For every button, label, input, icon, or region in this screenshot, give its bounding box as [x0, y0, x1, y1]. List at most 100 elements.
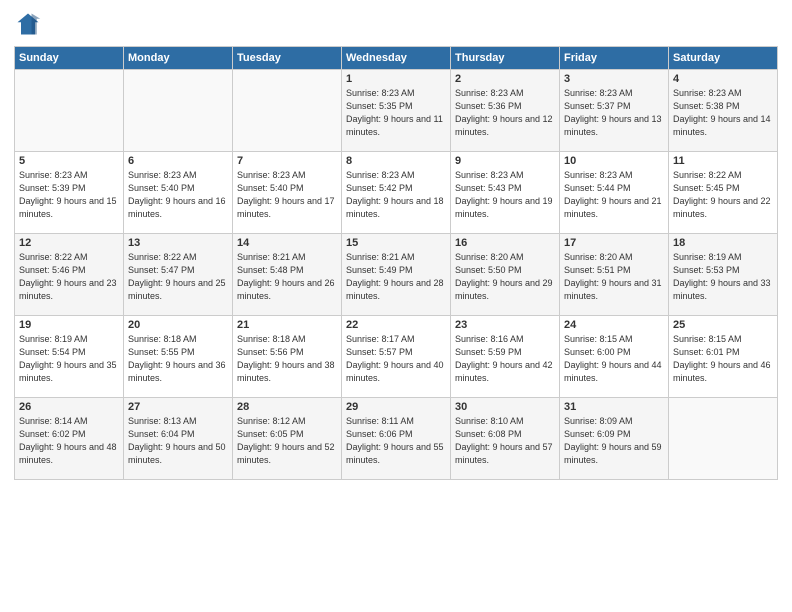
calendar-cell: 1 Sunrise: 8:23 AMSunset: 5:35 PMDaylight… — [342, 70, 451, 152]
day-number: 1 — [346, 73, 446, 85]
day-number: 25 — [673, 319, 773, 331]
calendar-cell: 29 Sunrise: 8:11 AMSunset: 6:06 PMDayligh… — [342, 398, 451, 480]
day-number: 19 — [19, 319, 119, 331]
day-info: Sunrise: 8:15 AMSunset: 6:01 PMDaylight:… — [673, 333, 773, 385]
day-number: 30 — [455, 401, 555, 413]
day-number: 28 — [237, 401, 337, 413]
day-info: Sunrise: 8:23 AMSunset: 5:36 PMDaylight:… — [455, 87, 555, 139]
day-info: Sunrise: 8:18 AMSunset: 5:55 PMDaylight:… — [128, 333, 228, 385]
day-info: Sunrise: 8:20 AMSunset: 5:51 PMDaylight:… — [564, 251, 664, 303]
calendar-cell — [233, 70, 342, 152]
calendar-cell: 16 Sunrise: 8:20 AMSunset: 5:50 PMDayligh… — [451, 234, 560, 316]
day-info: Sunrise: 8:23 AMSunset: 5:42 PMDaylight:… — [346, 169, 446, 221]
page: SundayMondayTuesdayWednesdayThursdayFrid… — [0, 0, 792, 612]
calendar-header-row: SundayMondayTuesdayWednesdayThursdayFrid… — [15, 47, 778, 70]
day-number: 24 — [564, 319, 664, 331]
day-info: Sunrise: 8:21 AMSunset: 5:49 PMDaylight:… — [346, 251, 446, 303]
day-info: Sunrise: 8:22 AMSunset: 5:47 PMDaylight:… — [128, 251, 228, 303]
day-info: Sunrise: 8:10 AMSunset: 6:08 PMDaylight:… — [455, 415, 555, 467]
day-number: 29 — [346, 401, 446, 413]
calendar-header-monday: Monday — [124, 47, 233, 70]
calendar-cell: 20 Sunrise: 8:18 AMSunset: 5:55 PMDayligh… — [124, 316, 233, 398]
day-number: 16 — [455, 237, 555, 249]
day-info: Sunrise: 8:23 AMSunset: 5:38 PMDaylight:… — [673, 87, 773, 139]
day-number: 4 — [673, 73, 773, 85]
calendar-cell: 5Sunrise: 8:23 AMSunset: 5:39 PMDaylight… — [15, 152, 124, 234]
calendar-header-saturday: Saturday — [669, 47, 778, 70]
calendar-cell: 18 Sunrise: 8:19 AMSunset: 5:53 PMDayligh… — [669, 234, 778, 316]
calendar-header-tuesday: Tuesday — [233, 47, 342, 70]
day-info: Sunrise: 8:23 AMSunset: 5:43 PMDaylight:… — [455, 169, 555, 221]
calendar-cell — [15, 70, 124, 152]
calendar-cell: 19 Sunrise: 8:19 AMSunset: 5:54 PMDayligh… — [15, 316, 124, 398]
calendar-header-friday: Friday — [560, 47, 669, 70]
calendar-cell: 12Sunrise: 8:22 AMSunset: 5:46 PMDayligh… — [15, 234, 124, 316]
calendar-cell: 30 Sunrise: 8:10 AMSunset: 6:08 PMDayligh… — [451, 398, 560, 480]
calendar-week-4: 19 Sunrise: 8:19 AMSunset: 5:54 PMDayligh… — [15, 316, 778, 398]
calendar-cell: 8 Sunrise: 8:23 AMSunset: 5:42 PMDaylight… — [342, 152, 451, 234]
day-number: 20 — [128, 319, 228, 331]
day-info: Sunrise: 8:22 AMSunset: 5:45 PMDaylight:… — [673, 169, 773, 221]
day-info: Sunrise: 8:11 AMSunset: 6:06 PMDaylight:… — [346, 415, 446, 467]
day-info: Sunrise: 8:23 AMSunset: 5:37 PMDaylight:… — [564, 87, 664, 139]
calendar-cell: 14 Sunrise: 8:21 AMSunset: 5:48 PMDayligh… — [233, 234, 342, 316]
day-info: Sunrise: 8:15 AMSunset: 6:00 PMDaylight:… — [564, 333, 664, 385]
day-number: 3 — [564, 73, 664, 85]
day-number: 14 — [237, 237, 337, 249]
calendar-week-5: 26Sunrise: 8:14 AMSunset: 6:02 PMDayligh… — [15, 398, 778, 480]
day-info: Sunrise: 8:23 AMSunset: 5:44 PMDaylight:… — [564, 169, 664, 221]
day-info: Sunrise: 8:20 AMSunset: 5:50 PMDaylight:… — [455, 251, 555, 303]
day-info: Sunrise: 8:21 AMSunset: 5:48 PMDaylight:… — [237, 251, 337, 303]
calendar-cell: 6 Sunrise: 8:23 AMSunset: 5:40 PMDaylight… — [124, 152, 233, 234]
day-number: 10 — [564, 155, 664, 167]
day-number: 18 — [673, 237, 773, 249]
calendar-header-sunday: Sunday — [15, 47, 124, 70]
day-number: 13 — [128, 237, 228, 249]
calendar-cell: 11 Sunrise: 8:22 AMSunset: 5:45 PMDayligh… — [669, 152, 778, 234]
day-info: Sunrise: 8:19 AMSunset: 5:53 PMDaylight:… — [673, 251, 773, 303]
day-info: Sunrise: 8:23 AMSunset: 5:39 PMDaylight:… — [19, 169, 119, 221]
day-info: Sunrise: 8:12 AMSunset: 6:05 PMDaylight:… — [237, 415, 337, 467]
day-number: 22 — [346, 319, 446, 331]
header — [14, 10, 778, 38]
day-number: 15 — [346, 237, 446, 249]
calendar-header-thursday: Thursday — [451, 47, 560, 70]
calendar-cell: 25 Sunrise: 8:15 AMSunset: 6:01 PMDayligh… — [669, 316, 778, 398]
day-number: 26 — [19, 401, 119, 413]
day-info: Sunrise: 8:16 AMSunset: 5:59 PMDaylight:… — [455, 333, 555, 385]
day-info: Sunrise: 8:23 AMSunset: 5:40 PMDaylight:… — [128, 169, 228, 221]
day-info: Sunrise: 8:13 AMSunset: 6:04 PMDaylight:… — [128, 415, 228, 467]
day-number: 8 — [346, 155, 446, 167]
logo — [14, 10, 46, 38]
calendar-cell: 15 Sunrise: 8:21 AMSunset: 5:49 PMDayligh… — [342, 234, 451, 316]
logo-icon — [14, 10, 42, 38]
day-info: Sunrise: 8:19 AMSunset: 5:54 PMDaylight:… — [19, 333, 119, 385]
day-info: Sunrise: 8:23 AMSunset: 5:40 PMDaylight:… — [237, 169, 337, 221]
calendar-cell: 27 Sunrise: 8:13 AMSunset: 6:04 PMDayligh… — [124, 398, 233, 480]
calendar-cell: 24 Sunrise: 8:15 AMSunset: 6:00 PMDayligh… — [560, 316, 669, 398]
calendar-cell: 13 Sunrise: 8:22 AMSunset: 5:47 PMDayligh… — [124, 234, 233, 316]
calendar-cell: 28 Sunrise: 8:12 AMSunset: 6:05 PMDayligh… — [233, 398, 342, 480]
calendar-cell: 9 Sunrise: 8:23 AMSunset: 5:43 PMDaylight… — [451, 152, 560, 234]
day-number: 27 — [128, 401, 228, 413]
calendar-cell: 22Sunrise: 8:17 AMSunset: 5:57 PMDayligh… — [342, 316, 451, 398]
day-number: 9 — [455, 155, 555, 167]
calendar-cell: 10 Sunrise: 8:23 AMSunset: 5:44 PMDayligh… — [560, 152, 669, 234]
day-number: 31 — [564, 401, 664, 413]
day-number: 6 — [128, 155, 228, 167]
day-info: Sunrise: 8:09 AMSunset: 6:09 PMDaylight:… — [564, 415, 664, 467]
day-number: 12 — [19, 237, 119, 249]
calendar-cell: 7Sunrise: 8:23 AMSunset: 5:40 PMDaylight… — [233, 152, 342, 234]
calendar-cell: 4 Sunrise: 8:23 AMSunset: 5:38 PMDaylight… — [669, 70, 778, 152]
calendar-cell: 17Sunrise: 8:20 AMSunset: 5:51 PMDayligh… — [560, 234, 669, 316]
calendar-week-3: 12Sunrise: 8:22 AMSunset: 5:46 PMDayligh… — [15, 234, 778, 316]
calendar-table: SundayMondayTuesdayWednesdayThursdayFrid… — [14, 46, 778, 480]
calendar-week-1: 1 Sunrise: 8:23 AMSunset: 5:35 PMDaylight… — [15, 70, 778, 152]
calendar-week-2: 5Sunrise: 8:23 AMSunset: 5:39 PMDaylight… — [15, 152, 778, 234]
day-number: 11 — [673, 155, 773, 167]
calendar-header-wednesday: Wednesday — [342, 47, 451, 70]
day-info: Sunrise: 8:23 AMSunset: 5:35 PMDaylight:… — [346, 87, 446, 139]
calendar-cell — [124, 70, 233, 152]
calendar-cell: 2Sunrise: 8:23 AMSunset: 5:36 PMDaylight… — [451, 70, 560, 152]
calendar-cell: 26Sunrise: 8:14 AMSunset: 6:02 PMDayligh… — [15, 398, 124, 480]
